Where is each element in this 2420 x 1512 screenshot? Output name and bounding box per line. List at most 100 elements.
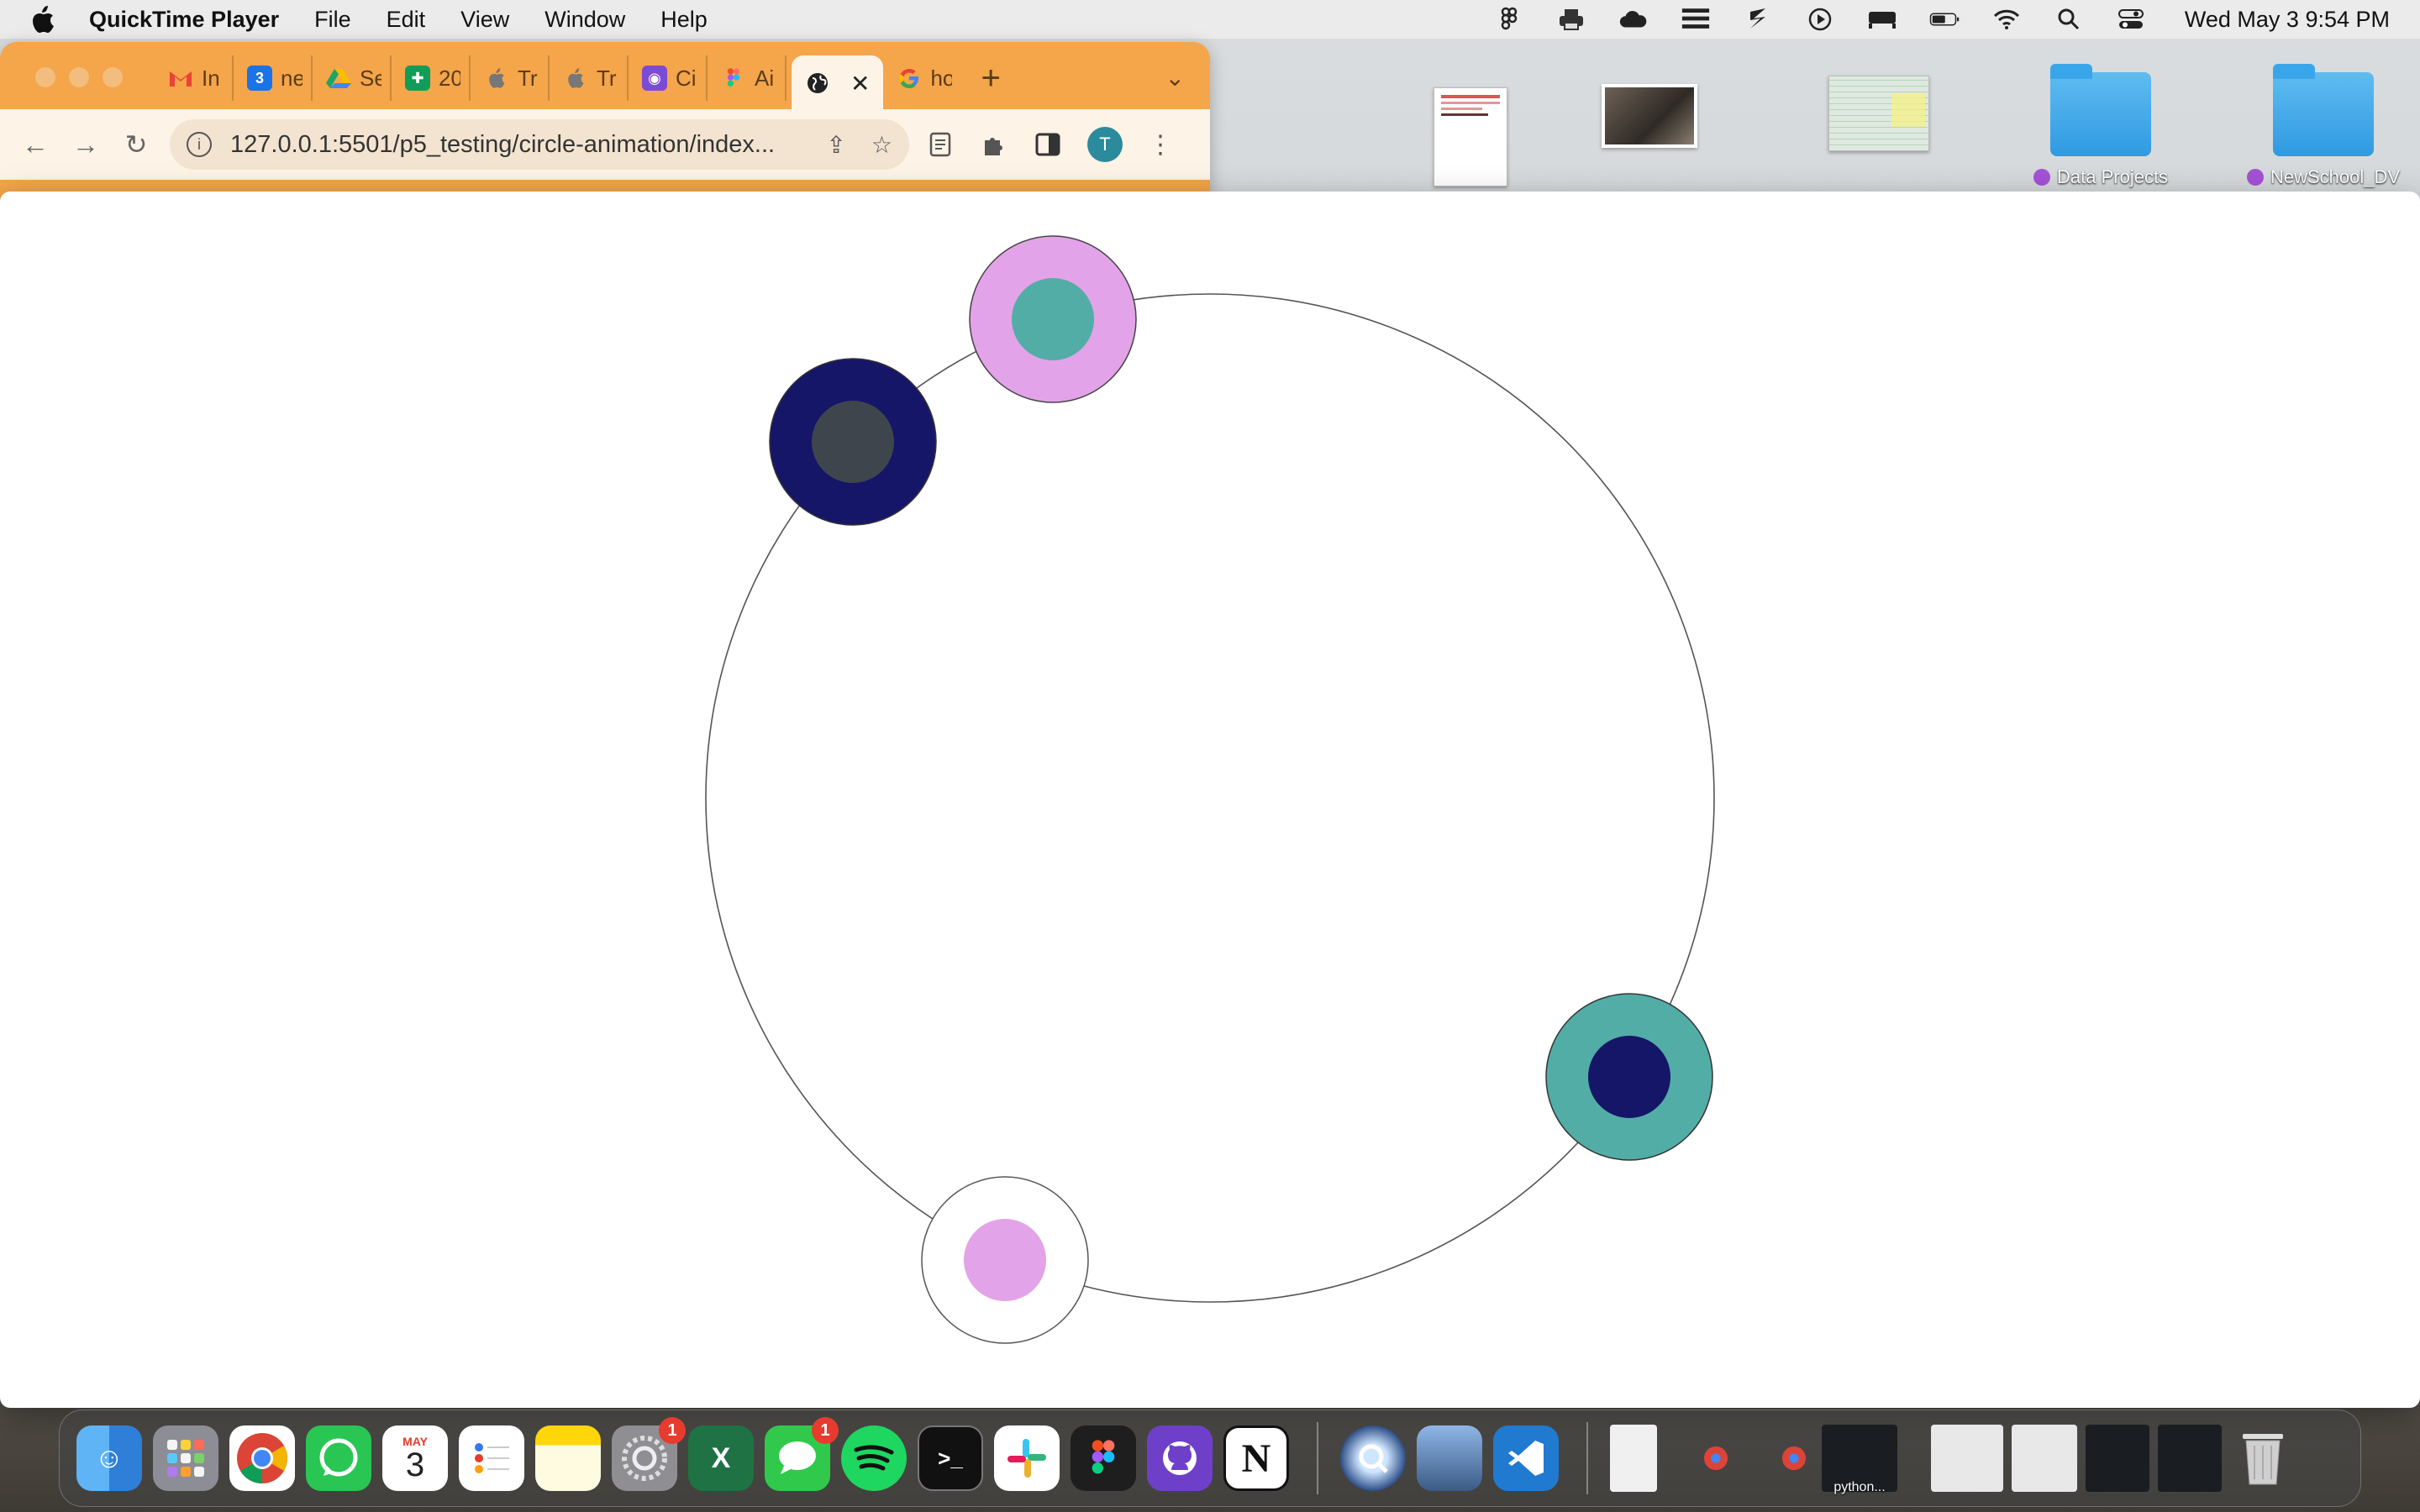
menu-bar: QuickTime Player File Edit View Window H… [0, 0, 2420, 39]
figma-app-icon[interactable] [1071, 1425, 1136, 1491]
trash-icon[interactable] [2230, 1425, 2296, 1491]
menu-edit[interactable]: Edit [387, 7, 426, 33]
excel-icon[interactable]: X [688, 1425, 754, 1491]
minimized-terminal-window[interactable]: python... [1822, 1425, 1897, 1494]
google-icon [897, 66, 922, 91]
notes-icon[interactable] [535, 1425, 601, 1491]
finder-icon[interactable]: ☺ [76, 1425, 142, 1491]
tab-drive[interactable]: Se [318, 55, 392, 101]
tab-sheets[interactable]: ✚ 20 [397, 55, 471, 101]
menu-file[interactable]: File [314, 7, 351, 33]
zotero-icon[interactable] [1743, 7, 1773, 32]
preview-icon[interactable] [1417, 1425, 1482, 1491]
tab-apple-2[interactable]: Tr [555, 55, 629, 101]
launchpad-icon[interactable] [153, 1425, 218, 1491]
vscode-icon[interactable] [1493, 1425, 1559, 1491]
notification-badge: 1 [812, 1417, 839, 1444]
calendar-icon[interactable]: MAY 3 [382, 1425, 448, 1491]
purple-tag-dot [2033, 169, 2050, 186]
wifi-icon[interactable] [1991, 7, 2022, 32]
reminders-icon[interactable] [459, 1425, 524, 1491]
dock-separator [1317, 1422, 1318, 1494]
apple-icon [484, 66, 509, 91]
chrome-window: In 3 ne Se ✚ 20 Tr Tr ◉ Ci Ai ✕ ho + ⌄ ←… [0, 42, 1210, 202]
notion-icon[interactable]: N [1223, 1425, 1289, 1491]
close-tab-icon[interactable]: ✕ [850, 70, 870, 97]
bookmark-star-icon[interactable]: ☆ [871, 131, 892, 159]
tab-title: Tr [597, 65, 617, 91]
tab-calendar[interactable]: 3 ne [239, 55, 313, 101]
chrome-icon[interactable] [229, 1425, 295, 1491]
status-menu-area: Wed May 3 9:54 PM [1494, 0, 2390, 39]
reading-mode-icon[interactable] [926, 130, 955, 159]
apple-icon [563, 66, 588, 91]
google-sheets-icon: ✚ [405, 66, 430, 91]
side-panel-icon[interactable] [1034, 130, 1062, 159]
tab-title: Tr [518, 65, 538, 91]
minimized-window-1[interactable] [1931, 1425, 2003, 1492]
whatsapp-icon[interactable] [306, 1425, 371, 1491]
back-button[interactable]: ← [20, 129, 50, 160]
address-bar[interactable]: i 127.0.0.1:5501/p5_testing/circle-anima… [170, 119, 909, 170]
zoom-window-button[interactable] [103, 67, 123, 87]
apple-menu-icon[interactable] [30, 4, 59, 34]
minimize-window-button[interactable] [69, 67, 89, 87]
play-icon[interactable] [1805, 7, 1835, 32]
photo-thumbnail[interactable] [1602, 84, 1697, 148]
tab-search-chevron-icon[interactable]: ⌄ [1165, 64, 1185, 92]
sketch-svg [705, 235, 1715, 1344]
white-pink-circle-inner [964, 1219, 1046, 1301]
url-text[interactable]: 127.0.0.1:5501/p5_testing/circle-animati… [230, 131, 801, 159]
tab-c[interactable]: ◉ Ci [634, 55, 708, 101]
calendar-day: 3 [405, 1446, 425, 1483]
menu-help[interactable]: Help [660, 7, 708, 33]
folder-data-projects[interactable]: Data Projects [2033, 64, 2168, 188]
gmail-icon [168, 66, 193, 91]
figma-icon[interactable] [1494, 7, 1524, 32]
battery-icon[interactable] [1929, 7, 1960, 32]
google-drive-icon [326, 66, 351, 91]
tab-active[interactable]: ✕ [792, 55, 884, 111]
folder-newschool-dv[interactable]: NewSchool_DV [2247, 64, 2400, 188]
minimized-window-3[interactable] [2086, 1425, 2149, 1492]
spreadsheet-thumbnail[interactable] [1828, 76, 1929, 151]
profile-avatar[interactable]: T [1087, 127, 1123, 162]
tab-apple-1[interactable]: Tr [476, 55, 550, 101]
spotify-icon[interactable] [841, 1425, 907, 1491]
github-desktop-icon[interactable] [1147, 1425, 1213, 1491]
minimized-window-2[interactable] [2012, 1425, 2077, 1492]
site-info-icon[interactable]: i [187, 132, 212, 157]
share-icon[interactable]: ⇪ [826, 131, 845, 159]
minimized-chrome-icon-1[interactable] [1699, 1441, 1733, 1475]
minimized-window-4[interactable] [2158, 1425, 2222, 1492]
slack-icon[interactable] [994, 1425, 1060, 1491]
tab-title: In [202, 65, 220, 91]
cloud-icon[interactable] [1618, 7, 1649, 32]
tab-gmail[interactable]: In [160, 55, 234, 101]
terminal-icon[interactable]: >_ [918, 1425, 983, 1491]
tab-figma[interactable]: Ai [713, 55, 786, 101]
menu-view[interactable]: View [460, 7, 509, 33]
document-thumbnail[interactable] [1434, 87, 1507, 186]
messages-icon[interactable]: 1 [765, 1417, 839, 1491]
printer-icon[interactable] [1556, 7, 1586, 32]
control-center-icon[interactable] [2116, 7, 2146, 32]
new-tab-button[interactable]: + [981, 60, 1000, 97]
quicktime-icon[interactable] [1340, 1425, 1406, 1491]
app-name-menu[interactable]: QuickTime Player [89, 7, 279, 33]
forward-button[interactable]: → [71, 129, 101, 160]
reload-button[interactable]: ↻ [121, 129, 151, 160]
menu-window[interactable]: Window [544, 7, 625, 33]
extensions-puzzle-icon[interactable] [980, 130, 1008, 159]
close-window-button[interactable] [35, 67, 55, 87]
minimized-chrome-icon-2[interactable] [1777, 1441, 1811, 1475]
bed-icon[interactable] [1867, 7, 1897, 32]
system-settings-icon[interactable]: 1 [612, 1417, 686, 1491]
books-icon[interactable] [1681, 7, 1711, 32]
document-stack-icon[interactable] [1610, 1425, 1657, 1492]
tab-title: ho [930, 65, 953, 91]
menu-bar-clock[interactable]: Wed May 3 9:54 PM [2185, 7, 2390, 33]
search-icon[interactable] [2054, 7, 2084, 32]
more-menu-icon[interactable]: ⋮ [1148, 130, 1173, 160]
tab-google[interactable]: ho [888, 55, 960, 101]
